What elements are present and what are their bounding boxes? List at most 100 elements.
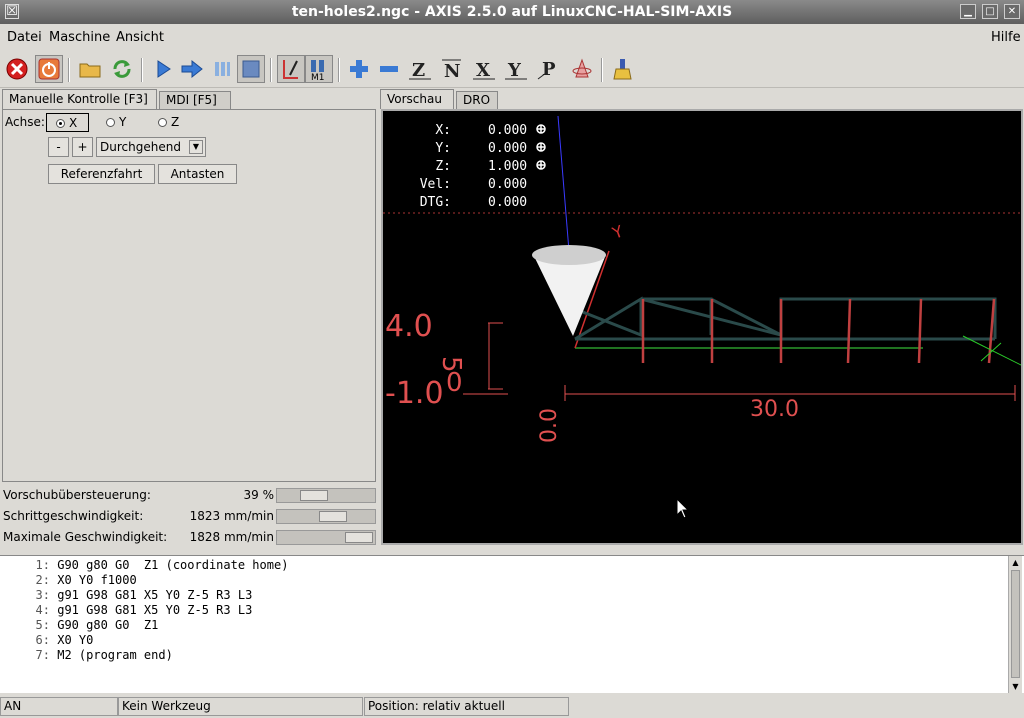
open-file-icon[interactable] xyxy=(76,55,104,83)
svg-text:X: X xyxy=(476,60,490,81)
y-axis-label: Y xyxy=(609,221,626,243)
run-icon[interactable] xyxy=(149,55,177,83)
touch-off-button[interactable]: Antasten xyxy=(158,164,237,184)
step-icon[interactable] xyxy=(178,55,206,83)
line-number: 6: xyxy=(35,633,50,647)
slider-knob[interactable] xyxy=(300,490,328,501)
jog-speed-label: Schrittgeschwindigkeit: xyxy=(3,509,144,523)
minimize-icon[interactable]: ▁ xyxy=(960,4,976,19)
stop-icon[interactable] xyxy=(237,55,265,83)
manual-control-panel: Achse: X Y Z - + Durchgehend ▼ Referenzf… xyxy=(2,109,376,482)
preview-canvas: X: 0.000 Y: 0.000 Z: 1.000 Vel: 0.000 DT… xyxy=(383,115,1021,519)
dro-value: 0.000 xyxy=(488,195,527,210)
view-z-icon[interactable]: Z xyxy=(406,55,434,83)
dro-overlay: X: 0.000 Y: 0.000 Z: 1.000 Vel: 0.000 DT… xyxy=(420,123,527,210)
code-scrollbar[interactable]: ▲ ▼ xyxy=(1008,556,1022,693)
tab-dro[interactable]: DRO xyxy=(456,91,498,109)
dro-value: 0.000 xyxy=(488,123,527,138)
code-line[interactable]: 1: G90 g80 G0 Z1 (coordinate home) xyxy=(10,558,1010,572)
menu-maschine[interactable]: Maschine xyxy=(49,30,110,45)
title-bar: ☒ ten-holes2.ngc - AXIS 2.5.0 auf LinuxC… xyxy=(0,0,1024,24)
tab-mdi[interactable]: MDI [F5] xyxy=(159,91,231,109)
dimension-lines xyxy=(463,322,1016,401)
tab-preview[interactable]: Vorschau xyxy=(380,89,454,109)
dro-label: DTG: xyxy=(420,195,451,210)
reload-icon[interactable] xyxy=(108,55,136,83)
line-number: 5: xyxy=(35,618,50,632)
line-number: 4: xyxy=(35,603,50,617)
menu-datei[interactable]: Datei xyxy=(7,30,42,45)
axis-y-radio[interactable]: Y xyxy=(106,115,126,129)
slider-knob[interactable] xyxy=(345,532,373,543)
svg-text:M1: M1 xyxy=(311,73,325,81)
dim-label: 0.0 xyxy=(537,408,562,443)
max-velocity-slider[interactable] xyxy=(276,530,376,545)
dro-value: 0.000 xyxy=(488,177,527,192)
max-velocity-label: Maximale Geschwindigkeit: xyxy=(3,530,168,544)
rotate-icon[interactable] xyxy=(568,55,596,83)
scroll-down-icon[interactable]: ▼ xyxy=(1009,680,1022,693)
line-number: 7: xyxy=(35,648,50,662)
feed-override-slider[interactable] xyxy=(276,488,376,503)
view-x-icon[interactable]: X xyxy=(470,55,498,83)
dro-value: 0.000 xyxy=(488,141,527,156)
chevron-down-icon: ▼ xyxy=(189,140,203,154)
toolpath-preview[interactable]: X: 0.000 Y: 0.000 Z: 1.000 Vel: 0.000 DT… xyxy=(381,109,1023,545)
position-status: Position: relativ aktuell xyxy=(364,697,569,716)
axis-x-label: X xyxy=(69,116,78,130)
axis-label: Achse: xyxy=(5,115,45,129)
line-text: G90 g80 G0 Z1 xyxy=(57,618,159,632)
home-button[interactable]: Referenzfahrt xyxy=(48,164,155,184)
code-line[interactable]: 3: g91 G98 G81 X5 Y0 Z-5 R3 L3 xyxy=(10,588,1010,602)
jog-speed-slider[interactable] xyxy=(276,509,376,524)
code-line[interactable]: 4: g91 G98 G81 X5 Y0 Z-5 R3 L3 xyxy=(10,603,1010,617)
pause-icon[interactable] xyxy=(208,55,236,83)
clear-plot-icon[interactable] xyxy=(609,55,637,83)
code-line[interactable]: 7: M2 (program end) xyxy=(10,648,1010,662)
slider-knob[interactable] xyxy=(319,511,347,522)
line-number: 3: xyxy=(35,588,50,602)
line-text: G90 g80 G0 Z1 (coordinate home) xyxy=(57,558,289,572)
code-line[interactable]: 2: X0 Y0 f1000 xyxy=(10,573,1010,587)
radio-icon xyxy=(106,118,115,127)
block-delete-icon[interactable] xyxy=(277,55,305,83)
dim-label: 0 xyxy=(446,368,463,398)
jog-plus-button[interactable]: + xyxy=(72,137,93,157)
view-z2-icon[interactable]: N xyxy=(438,55,466,83)
view-y-icon[interactable]: Y xyxy=(502,55,530,83)
tab-manual-control[interactable]: Manuelle Kontrolle [F3] xyxy=(2,89,157,109)
window-title: ten-holes2.ngc - AXIS 2.5.0 auf LinuxCNC… xyxy=(291,4,733,20)
dro-label: Vel: xyxy=(420,177,451,192)
maximize-icon[interactable]: □ xyxy=(982,4,998,19)
menu-hilfe[interactable]: Hilfe xyxy=(991,30,1021,45)
power-icon[interactable] xyxy=(35,55,63,83)
jog-mode-select[interactable]: Durchgehend ▼ xyxy=(96,137,206,157)
jog-minus-button[interactable]: - xyxy=(48,137,69,157)
max-velocity-value: 1828 mm/min xyxy=(189,530,274,544)
line-text: g91 G98 G81 X5 Y0 Z-5 R3 L3 xyxy=(57,603,253,617)
gcode-listing[interactable]: 1: G90 g80 G0 Z1 (coordinate home) 2: X0… xyxy=(0,555,1024,693)
code-line[interactable]: 6: X0 Y0 xyxy=(10,633,1010,647)
code-line[interactable]: 5: G90 g80 G0 Z1 xyxy=(10,618,1010,632)
menu-bar: Datei Maschine Ansicht Hilfe xyxy=(0,25,1024,49)
scroll-up-icon[interactable]: ▲ xyxy=(1009,556,1022,569)
zoom-out-icon[interactable] xyxy=(375,55,403,83)
menu-ansicht[interactable]: Ansicht xyxy=(116,30,164,45)
estop-icon[interactable] xyxy=(3,55,31,83)
window-menu-icon[interactable]: ☒ xyxy=(5,4,19,19)
svg-text:Z: Z xyxy=(412,60,425,81)
dim-label: 30.0 xyxy=(750,397,799,422)
view-p-icon[interactable]: P xyxy=(535,55,563,83)
scroll-thumb[interactable] xyxy=(1011,570,1020,678)
close-window-icon[interactable]: ✕ xyxy=(1004,4,1020,19)
zoom-in-icon[interactable] xyxy=(345,55,373,83)
line-text: X0 Y0 f1000 xyxy=(57,573,137,587)
axis-x-radio[interactable]: X xyxy=(46,113,89,132)
dim-label: -1.0 xyxy=(385,376,444,411)
optional-stop-icon[interactable]: M1 xyxy=(305,55,333,83)
toolpath xyxy=(574,296,997,341)
radio-selected-icon xyxy=(56,119,65,128)
status-bar: AN Kein Werkzeug Position: relativ aktue… xyxy=(0,696,1024,718)
axis-z-radio[interactable]: Z xyxy=(158,115,179,129)
line-number: 2: xyxy=(35,573,50,587)
